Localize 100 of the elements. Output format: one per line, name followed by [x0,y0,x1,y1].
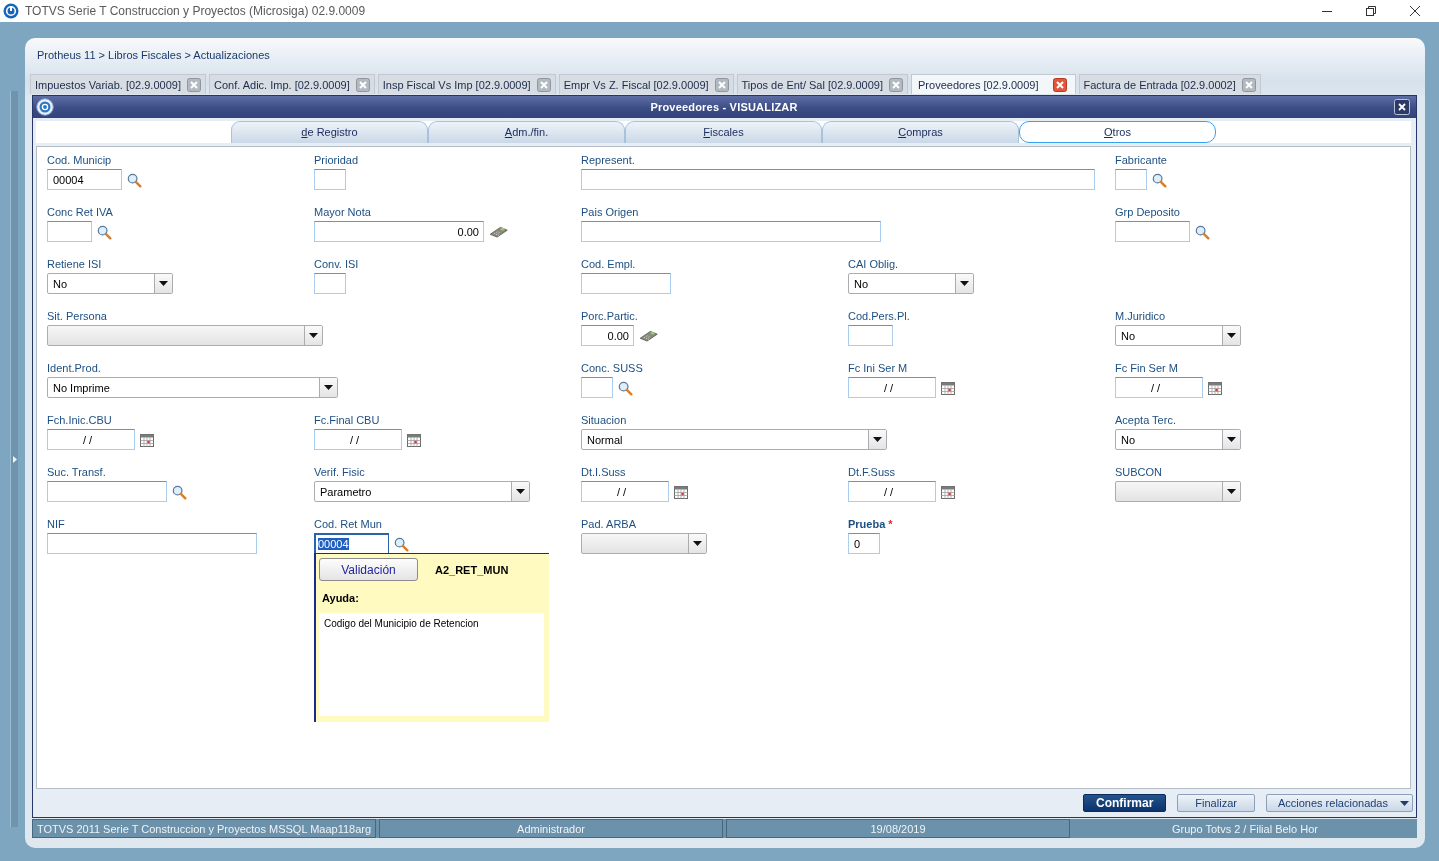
calculator-icon[interactable] [489,225,508,238]
search-icon[interactable] [1152,173,1167,188]
dropdown[interactable] [47,325,323,346]
dropdown[interactable]: Parametro [314,481,530,502]
field-label: Conc Ret IVA [47,205,113,219]
text-field[interactable]: 0 [848,533,880,554]
status-text: TOTVS 2011 Serie T Construccion y Proyectos MSSQL Maap118arg [36,822,372,835]
text-field[interactable] [314,169,346,190]
text-field[interactable] [581,377,613,398]
status-text: 19/08/2019 [870,822,926,835]
caret-icon [309,333,318,338]
date-field[interactable]: / / [581,481,669,502]
form-tab[interactable]: Compras [822,121,1019,143]
text-field[interactable] [314,273,346,294]
dropdown[interactable] [581,533,707,554]
search-icon[interactable] [394,537,409,552]
number-field[interactable]: 0.00 [581,325,634,346]
validation-button[interactable]: Validación [319,558,418,581]
caret-icon [1227,333,1236,338]
required-mark: * [888,517,893,531]
calendar-icon[interactable] [407,434,421,447]
calendar-icon[interactable] [674,486,688,499]
field-label: Prueba [848,517,886,531]
text-field[interactable] [581,169,1095,190]
field-label: Fch.Inic.CBU [47,413,112,427]
document-tab[interactable]: Tipos de Ent/ Sal [02.9.0009] [736,74,909,94]
search-icon[interactable] [1195,225,1210,240]
help-text-area: Codigo del Municipio de Retencion [319,613,544,716]
text-field[interactable] [848,325,893,346]
restore-icon[interactable] [1366,6,1376,16]
calendar-icon[interactable] [941,486,955,499]
field-label: Situacion [581,413,627,427]
dropdown[interactable]: No [1115,325,1241,346]
text-field[interactable]: 00004 [314,533,389,554]
action-button[interactable]: Finalizar [1177,794,1255,812]
side-panel-handle[interactable] [10,91,18,827]
search-icon[interactable] [618,381,633,396]
field-label: Cod. Municip [47,153,112,167]
text-field[interactable] [47,221,92,242]
text-field[interactable] [1115,169,1147,190]
number-field[interactable]: 0.00 [314,221,484,242]
date-field[interactable]: / / [47,429,135,450]
calculator-icon[interactable] [639,329,658,342]
form-tab[interactable]: Fiscales [625,121,822,143]
form-tab[interactable]: de Registro [231,121,428,143]
calendar-icon[interactable] [941,382,955,395]
text-field[interactable] [47,533,257,554]
field-label: Suc. Transf. [47,465,106,479]
text-field[interactable]: 00004 [47,169,122,190]
search-icon[interactable] [97,225,112,240]
dropdown[interactable]: No [47,273,173,294]
caret-icon [1400,800,1409,806]
calendar-icon[interactable] [140,434,154,447]
field-label: CAI Oblig. [848,257,899,271]
search-icon[interactable] [172,485,187,500]
dropdown[interactable] [1115,481,1241,502]
text-field[interactable] [581,221,881,242]
document-tab[interactable]: Insp Fiscal Vs Imp [02.9.0009] [377,74,556,94]
breadcrumb: Protheus 11 > Libros Fiscales > Actualizaciones [37,48,270,62]
document-tab[interactable]: Impuestos Variab. [02.9.0009] [30,74,206,94]
field-label: Acepta Terc. [1115,413,1176,427]
field-label: Dt.F.Suss [848,465,896,479]
close-icon[interactable] [1410,6,1420,16]
date-field[interactable]: / / [848,481,936,502]
dropdown[interactable]: No [848,273,974,294]
menu-button[interactable]: Acciones relacionadas [1265,794,1413,812]
logo-icon [36,98,54,116]
dropdown[interactable]: No Imprime [47,377,338,398]
field-label: Represent. [581,153,635,167]
field-label: Cod. Ret Mun [314,517,382,531]
calendar-icon[interactable] [1208,382,1222,395]
field-label: Fc Fin Ser M [1115,361,1178,375]
dropdown[interactable]: Normal [581,429,887,450]
field-label: Cod. Empl. [581,257,636,271]
document-tab[interactable]: Proveedores [02.9.0009] [911,74,1076,94]
caret-icon [516,489,525,494]
dialog-title: Proveedores - VISUALIZAR [650,101,798,113]
field-label: Prioridad [314,153,359,167]
close-icon[interactable] [1052,77,1067,92]
text-field[interactable] [47,481,167,502]
form-tab[interactable]: Adm./fin. [428,121,625,143]
search-icon[interactable] [127,173,142,188]
document-tab[interactable]: Empr Vs Z. Fiscal [02.9.0009] [558,74,734,94]
field-label: Dt.I.Suss [581,465,626,479]
form-tab[interactable]: Otros [1019,121,1216,143]
date-field[interactable]: / / [314,429,402,450]
field-label: Pais Origen [581,205,639,219]
caret-icon [873,437,882,442]
text-field[interactable] [581,273,671,294]
window-title: TOTVS Serie T Construccion y Proyectos (Microsiga) 02.9.0009 [25,4,366,18]
dropdown[interactable]: No [1115,429,1241,450]
document-tab[interactable]: Factura de Entrada [02.9.0002] [1078,74,1261,94]
date-field[interactable]: / / [848,377,936,398]
document-tab[interactable]: Conf. Adic. Imp. [02.9.0009] [208,74,375,94]
action-button[interactable]: Confirmar [1083,794,1167,812]
arrow-right-icon [12,455,17,463]
caret-icon [159,281,168,286]
date-field[interactable]: / / [1115,377,1203,398]
minimize-icon[interactable] [1322,10,1332,12]
text-field[interactable] [1115,221,1190,242]
